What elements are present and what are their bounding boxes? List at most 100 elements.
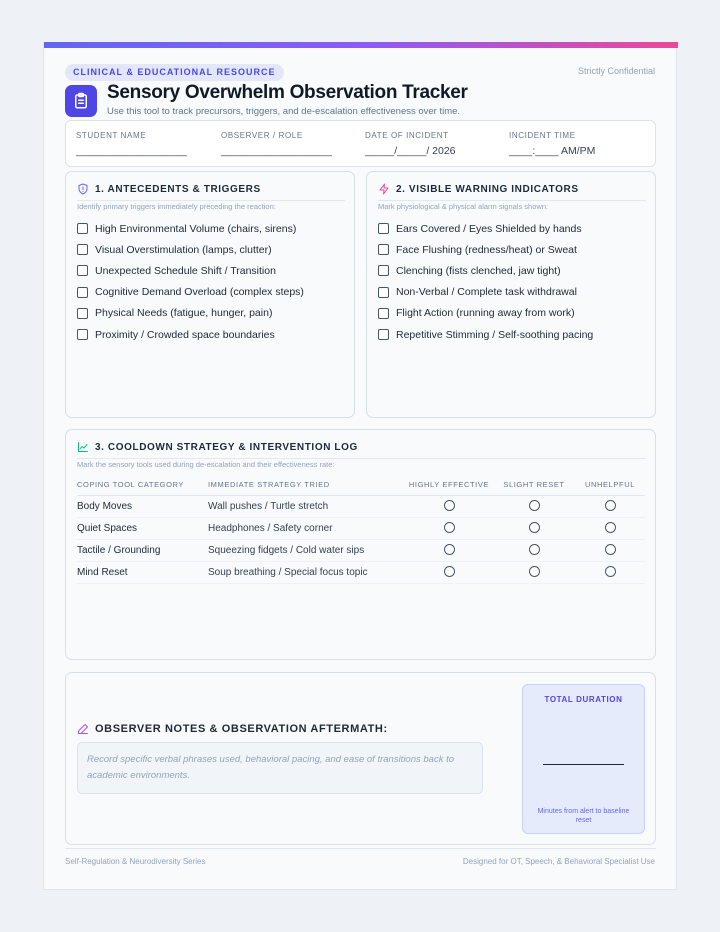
warning-indicators-card: 2. VISIBLE WARNING INDICATORS Mark physi… <box>366 171 656 418</box>
pencil-icon <box>78 724 88 734</box>
indicator-item[interactable]: Ears Covered / Eyes Shielded by hands <box>378 218 593 239</box>
cooldown-heading: 3. COOLDOWN STRATEGY & INTERVENTION LOG <box>77 441 358 453</box>
coping-category: Body Moves <box>77 495 208 518</box>
duration-title: TOTAL DURATION <box>544 695 623 704</box>
clipboard-icon <box>65 85 97 117</box>
column-header: HIGHLY EFFECTIVE <box>405 475 493 496</box>
trigger-label: Physical Needs (fatigue, hunger, pain) <box>95 307 273 320</box>
radio-button[interactable] <box>443 544 455 556</box>
divider <box>77 458 646 459</box>
warnings-title: 2. VISIBLE WARNING INDICATORS <box>396 183 579 195</box>
radio-button[interactable] <box>604 500 616 512</box>
checkbox[interactable] <box>77 223 88 235</box>
radio-button[interactable] <box>443 522 455 534</box>
student-name-field[interactable]: STUDENT NAME ___________________ <box>76 131 187 157</box>
radio-button[interactable] <box>528 522 540 534</box>
coping-category: Tactile / Grounding <box>77 539 208 562</box>
trigger-label: Unexpected Schedule Shift / Transition <box>95 264 276 277</box>
antecedents-checklist: High Environmental Volume (chairs, siren… <box>77 218 304 345</box>
indicator-label: Ears Covered / Eyes Shielded by hands <box>396 222 582 235</box>
checkbox[interactable] <box>378 265 389 277</box>
warnings-checklist: Ears Covered / Eyes Shielded by hands Fa… <box>378 218 593 345</box>
column-header: SLIGHT RESET <box>493 475 575 496</box>
radio-button[interactable] <box>604 522 616 534</box>
info-label: OBSERVER / ROLE <box>221 131 303 140</box>
unhelpful-cell <box>575 517 645 540</box>
highly-effective-cell <box>405 539 493 562</box>
notes-placeholder: Record specific verbal phrases used, beh… <box>87 754 455 781</box>
incident-time-field[interactable]: INCIDENT TIME ____:____ AM/PM <box>509 131 595 157</box>
strategy-cell: Squeezing fidgets / Cold water sips <box>208 539 405 562</box>
chart-line-icon <box>78 442 88 452</box>
divider <box>77 200 345 201</box>
checkbox[interactable] <box>77 244 88 256</box>
table-header-row: COPING TOOL CATEGORY IMMEDIATE STRATEGY … <box>77 475 645 496</box>
trigger-label: Proximity / Crowded space boundaries <box>95 328 275 341</box>
indicator-item[interactable]: Face Flushing (redness/heat) or Sweat <box>378 239 593 260</box>
unhelpful-cell <box>575 539 645 562</box>
radio-button[interactable] <box>528 544 540 556</box>
info-label: STUDENT NAME <box>76 131 147 140</box>
radio-button[interactable] <box>443 500 455 512</box>
indicator-item[interactable]: Flight Action (running away from work) <box>378 303 593 324</box>
checkbox[interactable] <box>378 307 389 319</box>
radio-button[interactable] <box>604 544 616 556</box>
antecedents-title: 1. ANTECEDENTS & TRIGGERS <box>95 183 261 195</box>
duration-caption: Minutes from alert to baseline reset <box>537 808 630 824</box>
trigger-item[interactable]: Physical Needs (fatigue, hunger, pain) <box>77 303 304 324</box>
observer-notes-field[interactable]: Record specific verbal phrases used, beh… <box>77 742 483 794</box>
trigger-item[interactable]: Unexpected Schedule Shift / Transition <box>77 260 304 281</box>
radio-button[interactable] <box>604 566 616 578</box>
notes-title: OBSERVER NOTES & OBSERVATION AFTERMATH: <box>95 723 388 735</box>
divider <box>378 200 646 201</box>
trigger-item[interactable]: Proximity / Crowded space boundaries <box>77 324 304 345</box>
checkbox[interactable] <box>77 307 88 319</box>
checkbox[interactable] <box>378 244 389 256</box>
indicator-item[interactable]: Non-Verbal / Complete task withdrawal <box>378 282 593 303</box>
checkbox[interactable] <box>77 265 88 277</box>
antecedents-heading: 1. ANTECEDENTS & TRIGGERS <box>77 183 261 195</box>
worksheet-page: CLINICAL & EDUCATIONAL RESOURCE Strictly… <box>43 42 678 890</box>
checkbox[interactable] <box>378 329 389 341</box>
resource-badge: CLINICAL & EDUCATIONAL RESOURCE <box>65 64 284 81</box>
checkbox[interactable] <box>378 223 389 235</box>
trigger-item[interactable]: High Environmental Volume (chairs, siren… <box>77 218 304 239</box>
table-row: Mind Reset Soup breathing / Special focu… <box>77 561 645 584</box>
checkbox[interactable] <box>77 286 88 298</box>
lightning-icon <box>379 183 389 195</box>
radio-button[interactable] <box>443 566 455 578</box>
slight-reset-cell <box>493 539 575 562</box>
radio-button[interactable] <box>528 566 540 578</box>
coping-category: Mind Reset <box>77 561 208 584</box>
incident-date-field[interactable]: DATE OF INCIDENT _____/_____/ 2026 <box>365 131 456 157</box>
intervention-table: COPING TOOL CATEGORY IMMEDIATE STRATEGY … <box>77 475 645 584</box>
observer-role-field[interactable]: OBSERVER / ROLE ___________________ <box>221 131 332 157</box>
indicator-item[interactable]: Clenching (fists clenched, jaw tight) <box>378 260 593 281</box>
slight-reset-cell <box>493 495 575 518</box>
trigger-item[interactable]: Visual Overstimulation (lamps, clutter) <box>77 239 304 260</box>
indicator-item[interactable]: Repetitive Stimming / Self-soothing paci… <box>378 324 593 345</box>
trigger-label: Cognitive Demand Overload (complex steps… <box>95 286 304 299</box>
radio-button[interactable] <box>528 500 540 512</box>
strategy-cell: Wall pushes / Turtle stretch <box>208 495 405 518</box>
info-label: DATE OF INCIDENT <box>365 131 449 140</box>
footer-divider <box>65 848 656 849</box>
observer-notes-card: OBSERVER NOTES & OBSERVATION AFTERMATH: … <box>65 672 656 845</box>
warnings-heading: 2. VISIBLE WARNING INDICATORS <box>378 183 579 195</box>
total-duration-box[interactable]: TOTAL DURATION Minutes from alert to bas… <box>522 684 645 834</box>
checkbox[interactable] <box>378 286 389 298</box>
table-row: Quiet Spaces Headphones / Safety corner <box>77 517 645 540</box>
indicator-label: Flight Action (running away from work) <box>396 307 575 320</box>
trigger-label: Visual Overstimulation (lamps, clutter) <box>95 243 272 256</box>
antecedents-card: 1. ANTECEDENTS & TRIGGERS Identify prima… <box>65 171 355 418</box>
slight-reset-cell <box>493 517 575 540</box>
trigger-item[interactable]: Cognitive Demand Overload (complex steps… <box>77 282 304 303</box>
column-header: IMMEDIATE STRATEGY TRIED <box>208 475 405 496</box>
info-value: _____/_____/ 2026 <box>365 145 456 157</box>
highly-effective-cell <box>405 517 493 540</box>
cooldown-title: 3. COOLDOWN STRATEGY & INTERVENTION LOG <box>95 441 358 453</box>
shield-icon <box>78 183 88 195</box>
page-subtitle: Use this tool to track precursors, trigg… <box>107 106 461 117</box>
info-value: ____:____ AM/PM <box>509 145 596 157</box>
checkbox[interactable] <box>77 329 88 341</box>
